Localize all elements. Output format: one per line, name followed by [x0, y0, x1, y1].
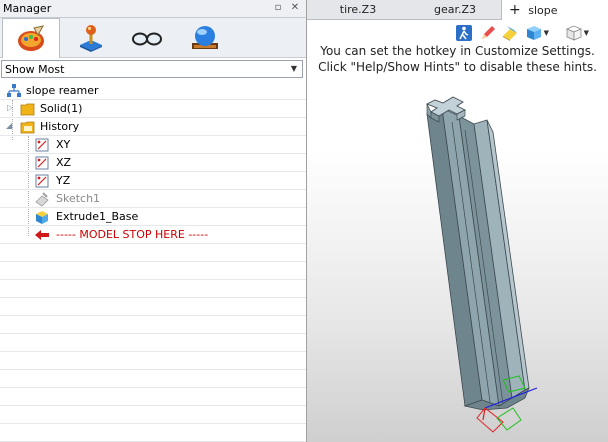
tab-label: tire.Z3	[339, 3, 377, 16]
tab-web[interactable]	[176, 18, 234, 57]
sketch-icon	[35, 192, 49, 207]
empty-row	[0, 352, 306, 370]
empty-row	[0, 316, 306, 334]
tab-view[interactable]	[118, 18, 176, 57]
tree-item-yz[interactable]: YZ	[0, 172, 306, 190]
chevron-down-icon[interactable]: ▼	[286, 61, 302, 77]
empty-row	[0, 334, 306, 352]
tree-item-label: XZ	[56, 156, 72, 169]
tree-item-xy[interactable]: XY	[0, 136, 306, 154]
manager-tabs	[0, 18, 306, 58]
pin-icon[interactable]: ▫	[272, 2, 284, 14]
tree-item-extrude[interactable]: Extrude1_Base	[0, 208, 306, 226]
tab-tools[interactable]	[62, 18, 120, 57]
empty-row	[0, 280, 306, 298]
tree-item-history[interactable]: ◢ History	[0, 118, 306, 136]
3d-viewport[interactable]: ▼ ▼ You can set the hotkey in Customize …	[307, 20, 608, 442]
tree-item-sketch[interactable]: Sketch1	[0, 190, 306, 208]
filter-value: Show Most	[5, 63, 65, 76]
manager-title: Manager	[3, 2, 52, 15]
tab-label: gear.Z3	[433, 3, 477, 16]
tree-item-label: Extrude1_Base	[56, 210, 139, 223]
tree-item-label: History	[40, 120, 80, 133]
document-tabs: tire.Z3 gear.Z3 + slope reamer.Z	[307, 0, 608, 37]
filter-dropdown[interactable]: Show Most ▼	[1, 60, 303, 78]
tree-item-model-stop[interactable]: ----- MODEL STOP HERE -----	[0, 226, 306, 244]
slope-reamer-model[interactable]	[307, 20, 608, 442]
glasses-view-icon	[132, 32, 162, 45]
red-arrow-icon	[35, 230, 49, 240]
history-tree: slope reamer ▷ Solid(1) ◢ History XY XZ …	[0, 82, 306, 442]
extrude-icon	[36, 211, 48, 224]
datum-plane-icon	[35, 156, 49, 170]
tree-item-label: Sketch1	[56, 192, 101, 205]
tab-history[interactable]	[2, 18, 60, 58]
empty-row	[0, 370, 306, 388]
tree-item-xz[interactable]: XZ	[0, 154, 306, 172]
tree-item-label: Solid(1)	[40, 102, 83, 115]
tab-tire[interactable]: tire.Z3	[307, 0, 409, 20]
plus-icon[interactable]: +	[509, 2, 521, 18]
tree-item-label: slope reamer	[26, 84, 99, 97]
joystick-icon	[80, 24, 102, 52]
tree-item-root[interactable]: slope reamer	[0, 82, 306, 100]
palette-history-icon	[18, 24, 44, 51]
tab-slope-reamer[interactable]: + slope reamer.Z	[501, 0, 608, 37]
tab-gear[interactable]: gear.Z3	[409, 0, 501, 20]
globe-icon	[192, 25, 218, 49]
datum-plane-icon	[35, 174, 49, 188]
empty-row	[0, 406, 306, 424]
empty-row	[0, 388, 306, 406]
manager-title-bar: Manager ▫ ✕	[0, 0, 306, 18]
tree-item-label: ----- MODEL STOP HERE -----	[56, 228, 209, 241]
history-folder-icon	[20, 121, 35, 134]
empty-row	[0, 298, 306, 316]
manager-panel: Manager ▫ ✕ Show Most ▼ slope reamer ▷ S…	[0, 0, 307, 442]
empty-row	[0, 262, 306, 280]
tree-item-label: YZ	[56, 174, 71, 187]
collapse-icon[interactable]: ◢	[6, 121, 12, 130]
tree-item-label: XY	[56, 138, 71, 151]
close-icon[interactable]: ✕	[289, 2, 301, 14]
tree-item-solid[interactable]: ▷ Solid(1)	[0, 100, 306, 118]
datum-plane-icon	[35, 138, 49, 152]
folder-icon	[20, 103, 35, 116]
empty-row	[0, 424, 306, 442]
empty-row	[0, 244, 306, 262]
expand-icon[interactable]: ▷	[7, 103, 13, 112]
part-root-icon	[7, 84, 21, 97]
